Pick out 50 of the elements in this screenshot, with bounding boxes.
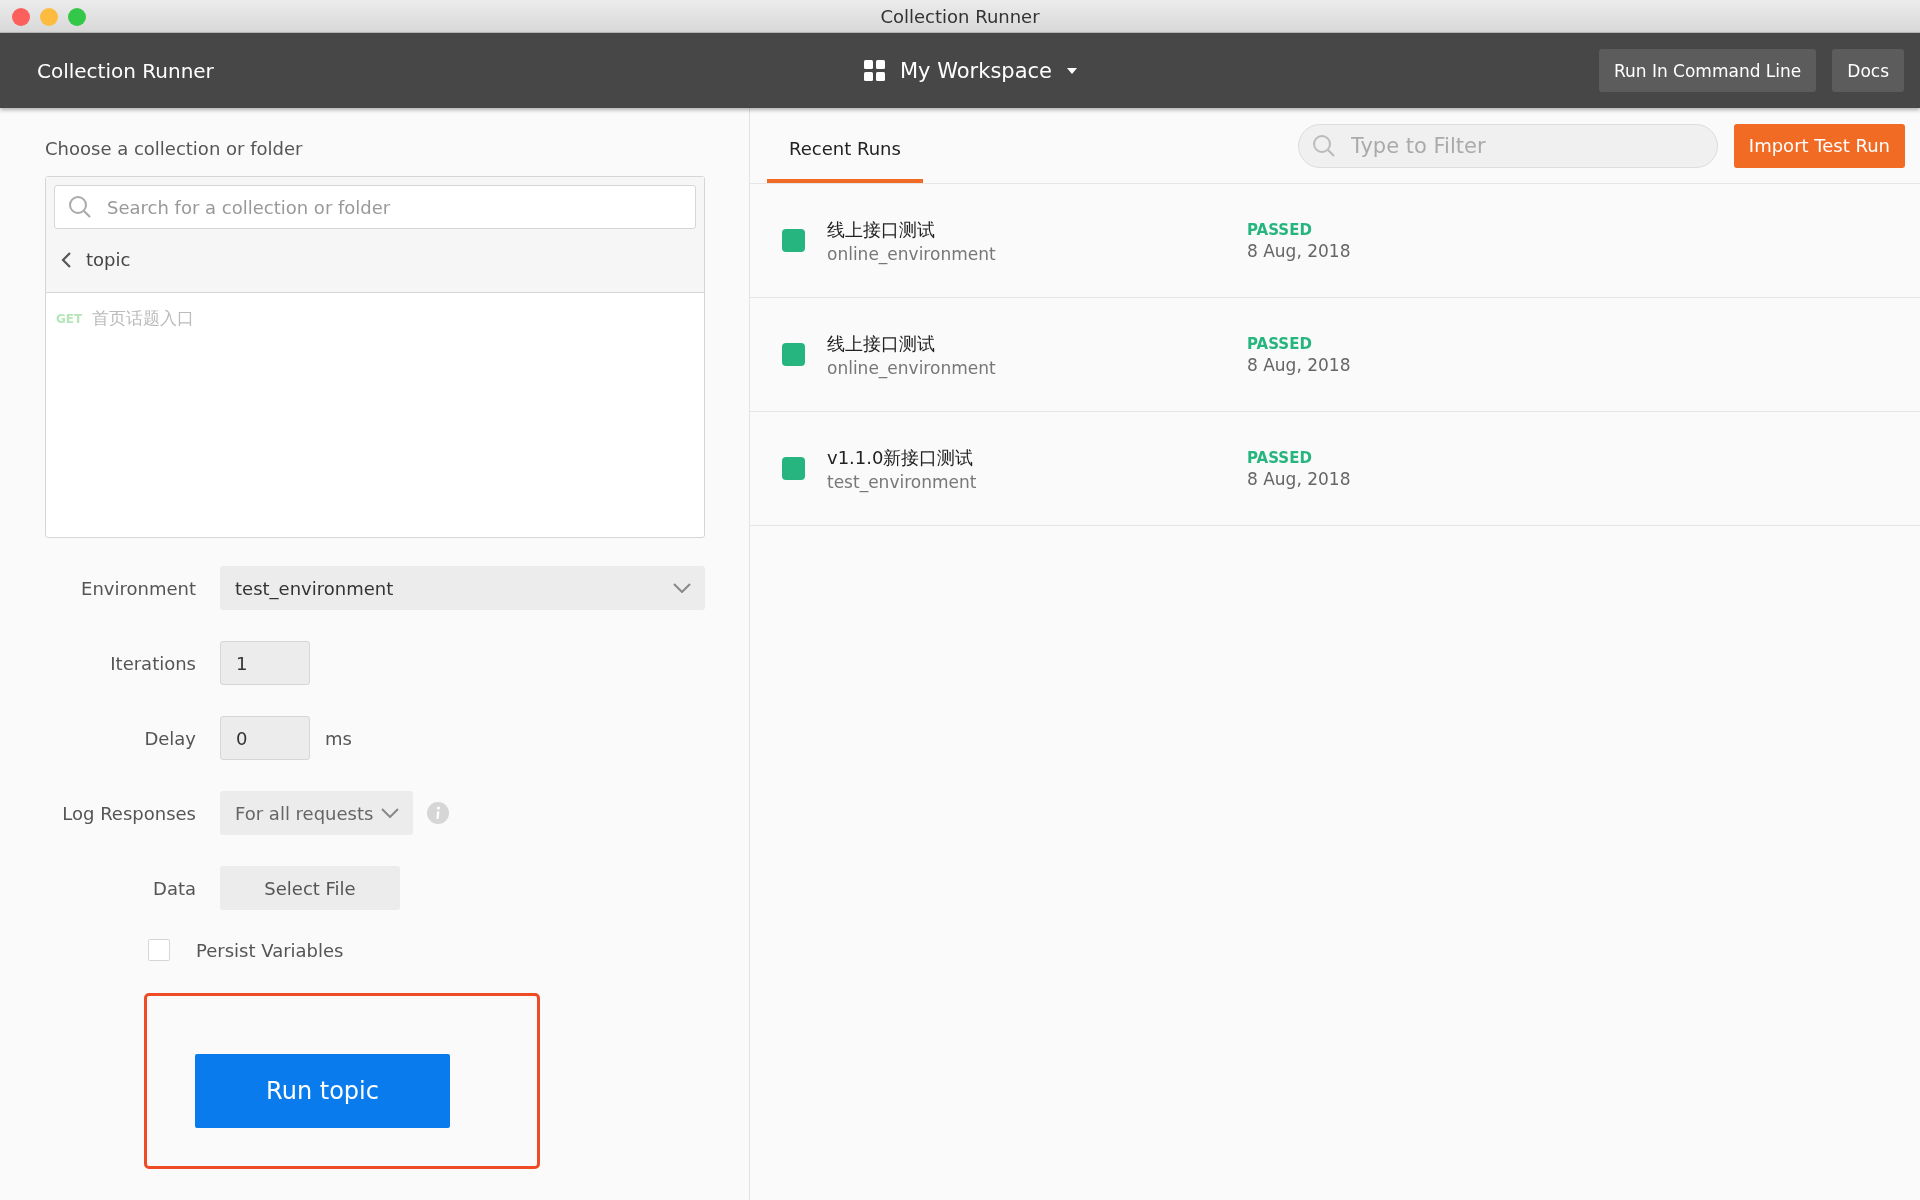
field-label: Log Responses	[61, 802, 197, 824]
search-field[interactable]: Search for a collection or folder	[54, 185, 696, 229]
close-icon[interactable]	[12, 8, 30, 26]
run-item[interactable]: 线上接口测试 online_environment PASSED 8 Aug, 2018	[750, 184, 1920, 298]
run-item[interactable]: v1.1.0新接口测试 test_environment PASSED 8 Aug, 2018	[750, 412, 1920, 526]
workspace-menu[interactable]: My Workspace	[860, 55, 1082, 87]
run-status: PASSED	[1247, 448, 1313, 467]
select-file-button[interactable]: Select File	[220, 866, 400, 910]
filter-field[interactable]: Type to Filter	[1297, 123, 1718, 168]
grid-icon	[864, 60, 886, 82]
checkbox-label: Persist Variables	[196, 939, 344, 961]
field-label: Data	[152, 877, 197, 899]
run-name: 线上接口测试	[827, 217, 936, 242]
header-button[interactable]: Docs	[1832, 49, 1904, 92]
unit-label: ms	[325, 727, 352, 749]
log-responses-dropdown[interactable]: For all requests	[220, 791, 413, 835]
chevron-down-icon	[381, 808, 399, 818]
iterations-field[interactable]: 1	[220, 641, 310, 685]
section-label: Choose a collection or folder	[45, 138, 304, 159]
header-button[interactable]: Run In Command Line	[1598, 49, 1817, 92]
zoom-icon[interactable]	[68, 8, 86, 26]
run-name: v1.1.0新接口测试	[827, 445, 975, 470]
chevron-down-icon	[673, 583, 691, 593]
run-environment: online_environment	[827, 243, 997, 264]
minimize-icon[interactable]	[40, 8, 58, 26]
run-date: 8 Aug, 2018	[1247, 468, 1351, 489]
back-icon	[60, 250, 72, 269]
field-label: Iterations	[109, 652, 197, 674]
run-button[interactable]: Run topic	[195, 1054, 450, 1128]
run-status: PASSED	[1247, 334, 1313, 353]
tab[interactable]: Recent Runs	[767, 108, 923, 183]
environment-dropdown[interactable]: test_environment	[220, 566, 705, 610]
search-icon	[1311, 133, 1336, 158]
checkbox[interactable]	[148, 939, 170, 961]
run-date: 8 Aug, 2018	[1247, 354, 1351, 375]
run-status: PASSED	[1247, 220, 1313, 239]
run-environment: test_environment	[827, 471, 978, 492]
run-date: 8 Aug, 2018	[1247, 240, 1351, 261]
run-name: 线上接口测试	[827, 331, 936, 356]
folder-back-link[interactable]: topic	[54, 229, 137, 292]
caret-icon	[1066, 67, 1078, 75]
window-title: Collection Runner	[880, 5, 1040, 27]
delay-field[interactable]: 0	[220, 716, 310, 760]
run-item[interactable]: 线上接口测试 online_environment PASSED 8 Aug, 2018	[750, 298, 1920, 412]
run-environment: online_environment	[827, 357, 997, 378]
field-label: Delay	[143, 727, 197, 749]
app-title: Collection Runner	[37, 58, 214, 83]
field-label: Environment	[80, 577, 197, 599]
search-icon	[68, 195, 92, 219]
info-icon[interactable]	[427, 802, 449, 824]
